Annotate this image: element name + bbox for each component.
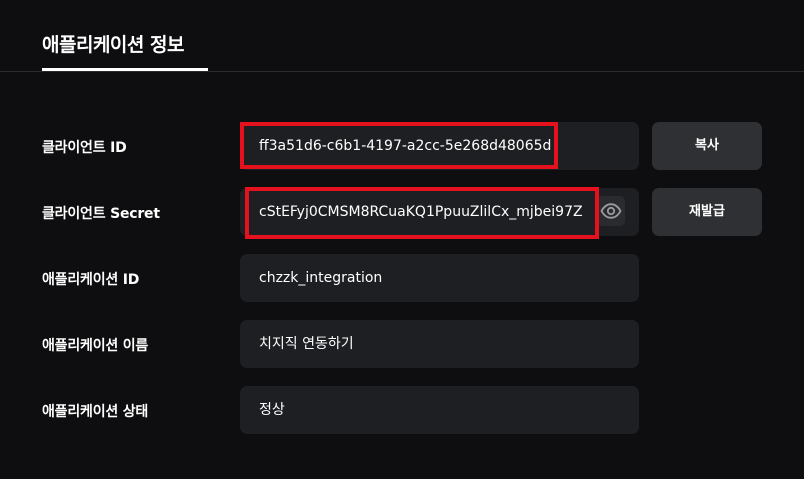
app-status-label: 애플리케이션 상태 bbox=[42, 404, 149, 420]
client-id-label: 클라이언트 ID bbox=[42, 140, 127, 156]
client-id-value: ff3a51d6-c6b1-4197-a2cc-5e268d48065d bbox=[259, 138, 552, 154]
client-id-field[interactable]: ff3a51d6-c6b1-4197-a2cc-5e268d48065d bbox=[240, 122, 639, 170]
client-secret-value: cStEFyj0CMSM8RCuaKQ1PpuuZlilCx_mjbei97Z bbox=[259, 204, 583, 220]
app-id-label: 애플리케이션 ID bbox=[42, 272, 140, 288]
app-name-field: 치지직 연동하기 bbox=[240, 320, 639, 368]
tab-bar: 애플리케이션 정보 bbox=[0, 0, 804, 72]
app-id-value: chzzk_integration bbox=[259, 270, 383, 286]
app-info-page: 애플리케이션 정보 클라이언트 ID ff3a51d6-c6b1-4197-a2… bbox=[0, 0, 804, 479]
tab-app-info[interactable]: 애플리케이션 정보 bbox=[42, 30, 184, 57]
app-status-field: 정상 bbox=[240, 386, 639, 434]
copy-button[interactable]: 복사 bbox=[652, 122, 762, 170]
client-secret-label: 클라이언트 Secret bbox=[42, 206, 160, 222]
app-name-label: 애플리케이션 이름 bbox=[42, 338, 149, 354]
app-id-field: chzzk_integration bbox=[240, 254, 639, 302]
app-status-value: 정상 bbox=[259, 402, 285, 418]
app-name-value: 치지직 연동하기 bbox=[259, 336, 354, 352]
tab-divider bbox=[0, 71, 804, 72]
eye-icon bbox=[600, 203, 622, 219]
reissue-button[interactable]: 재발급 bbox=[652, 188, 762, 236]
show-secret-toggle[interactable] bbox=[597, 196, 625, 226]
client-secret-field[interactable]: cStEFyj0CMSM8RCuaKQ1PpuuZlilCx_mjbei97Z bbox=[240, 188, 639, 236]
